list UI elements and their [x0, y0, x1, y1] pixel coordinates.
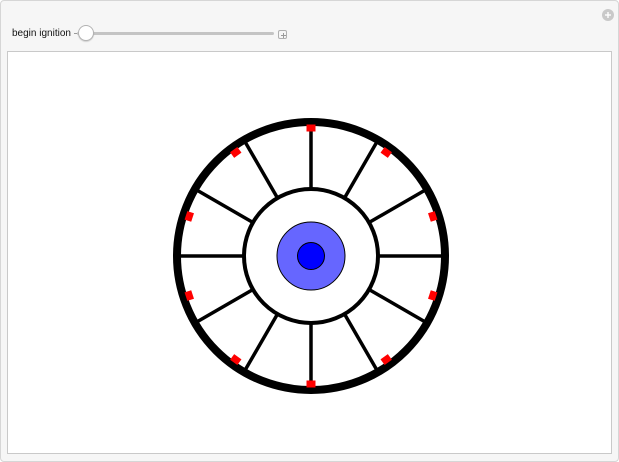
spoke: [242, 139, 280, 199]
spoke: [342, 139, 380, 199]
ignition-marker: [306, 124, 316, 132]
ignition-marker: [306, 380, 316, 388]
spoke: [242, 313, 280, 373]
ignition-slider-thumb[interactable]: [78, 25, 94, 41]
spoke: [368, 187, 428, 225]
spoke: [368, 287, 428, 325]
plus-icon: [281, 33, 286, 38]
spoke: [342, 313, 380, 373]
combustion-diagram: [173, 118, 449, 394]
options-button[interactable]: [602, 9, 614, 21]
slider-label: begin ignition: [12, 28, 71, 39]
spoke: [194, 187, 254, 225]
gear-icon: [605, 12, 611, 18]
core-inner-disk: [297, 242, 325, 270]
ignition-slider-track[interactable]: [77, 32, 274, 35]
expand-controls-button[interactable]: [278, 30, 287, 39]
app-frame: begin ignition: [0, 0, 619, 462]
graphics-panel: [7, 51, 612, 454]
controls-bar: begin ignition: [1, 1, 619, 51]
spoke: [194, 287, 254, 325]
